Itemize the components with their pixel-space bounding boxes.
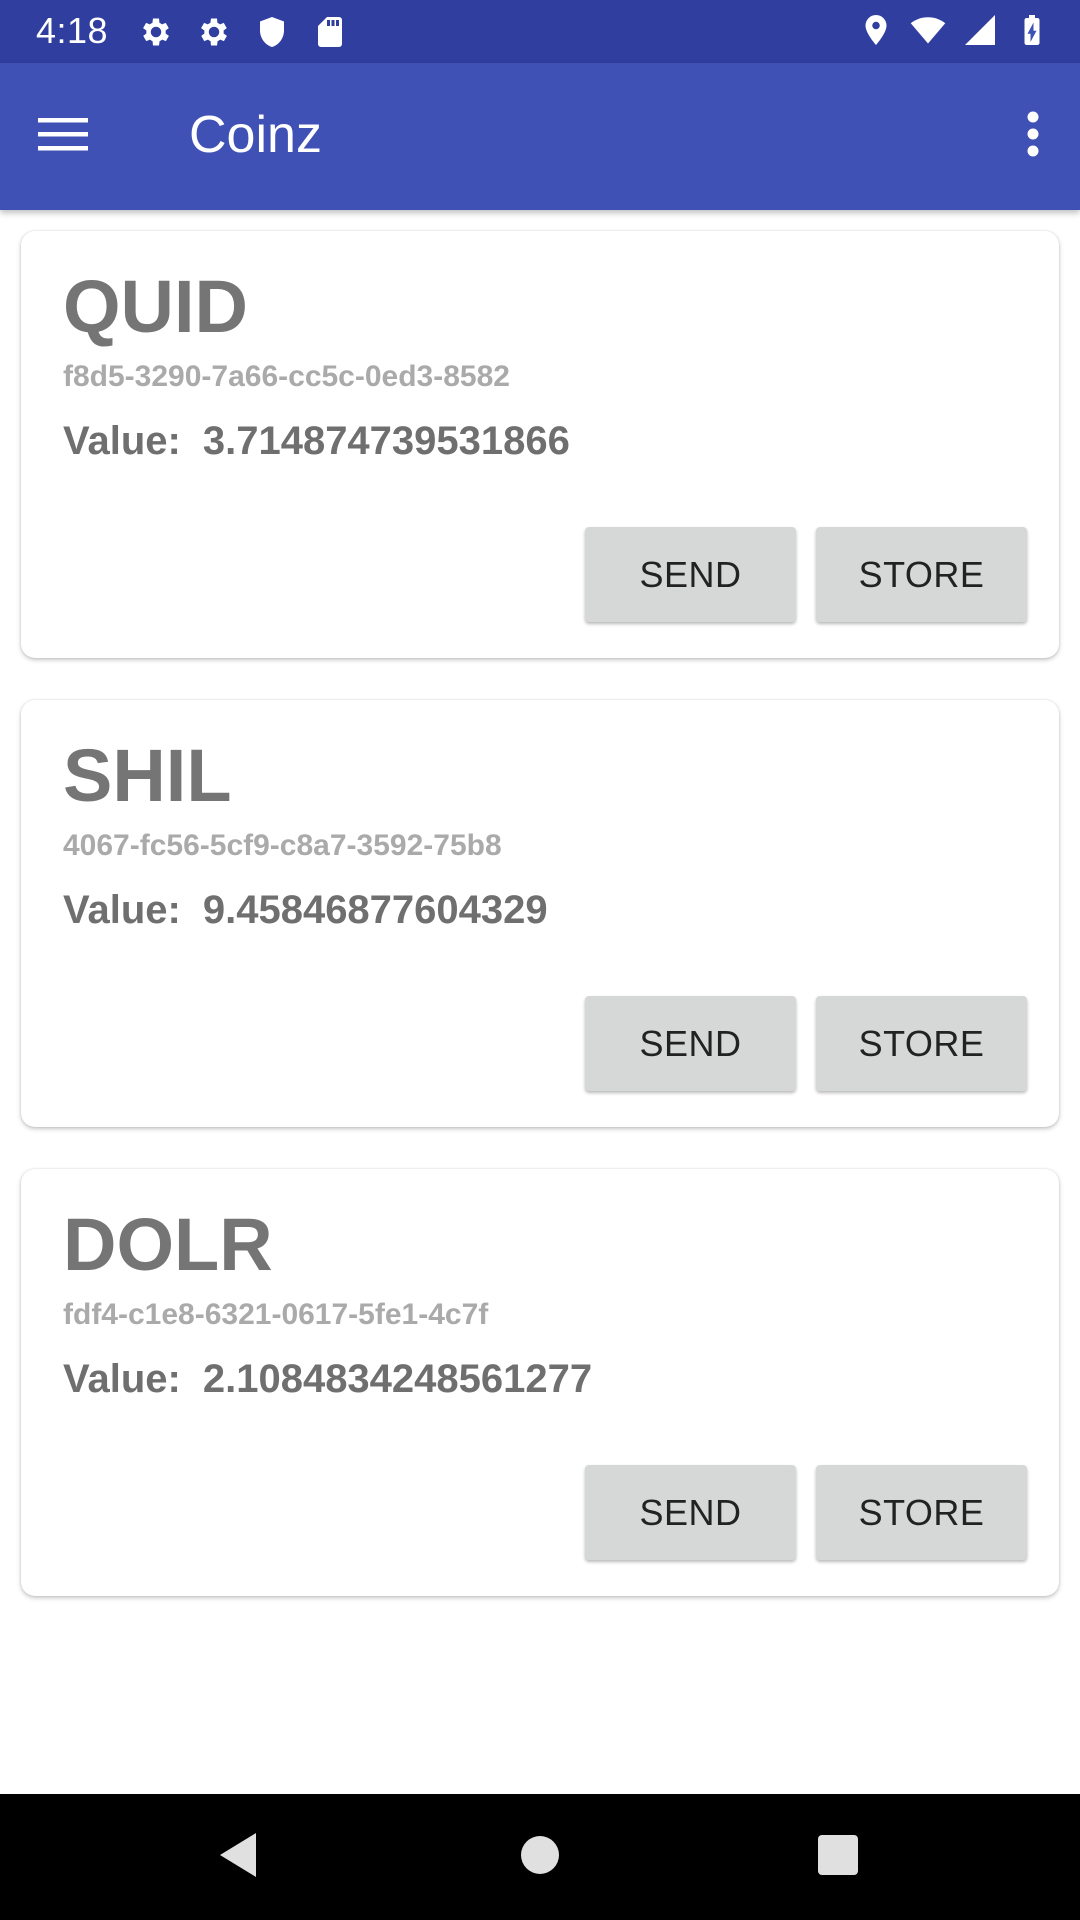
status-bar: 4:18: [0, 0, 1080, 63]
coin-value-row: Value: 9.45846877604329: [63, 886, 548, 934]
send-button[interactable]: SEND: [585, 527, 796, 622]
status-time: 4:18: [36, 10, 109, 51]
coin-name: SHIL: [63, 734, 232, 817]
overflow-menu-button[interactable]: [998, 97, 1068, 175]
coin-value: 3.714874739531866: [202, 419, 570, 463]
app-bar: Coinz: [0, 63, 1080, 210]
coin-id: f8d5-3290-7a66-cc5c-0ed3-8582: [63, 360, 510, 393]
coin-value-row: Value: 2.1084834248561277: [63, 1355, 592, 1403]
coin-name: QUID: [63, 265, 248, 348]
store-button[interactable]: STORE: [816, 996, 1027, 1091]
gear-icon: [138, 14, 174, 50]
shield-icon: [254, 14, 290, 50]
home-button[interactable]: [505, 1822, 575, 1892]
store-button[interactable]: STORE: [816, 1465, 1027, 1560]
location-icon: [858, 12, 894, 48]
more-vert-icon: [1026, 111, 1040, 162]
signal-icon: [962, 12, 998, 48]
value-label: Value:: [63, 888, 181, 932]
menu-button[interactable]: [30, 103, 96, 169]
recents-button[interactable]: [803, 1822, 873, 1892]
navigation-bar: [0, 1794, 1080, 1920]
back-button[interactable]: [203, 1822, 273, 1892]
send-button[interactable]: SEND: [585, 996, 796, 1091]
notification-icons: [138, 14, 348, 50]
value-label: Value:: [63, 1357, 181, 1401]
coin-value: 2.1084834248561277: [202, 1357, 593, 1401]
sd-card-icon: [312, 14, 348, 50]
wifi-icon: [910, 12, 946, 48]
coin-id: fdf4-c1e8-6321-0617-5fe1-4c7f: [63, 1298, 489, 1331]
gear-icon: [196, 14, 232, 50]
coin-card: QUID f8d5-3290-7a66-cc5c-0ed3-8582 Value…: [21, 231, 1059, 658]
system-icons: [858, 12, 1050, 48]
coin-name: DOLR: [63, 1203, 273, 1286]
hamburger-icon: [38, 116, 88, 157]
battery-icon: [1014, 12, 1050, 48]
coin-card: DOLR fdf4-c1e8-6321-0617-5fe1-4c7f Value…: [21, 1169, 1059, 1596]
coin-value-row: Value: 3.714874739531866: [63, 417, 570, 465]
back-icon: [216, 1830, 260, 1885]
value-label: Value:: [63, 419, 181, 463]
coin-card: SHIL 4067-fc56-5cf9-c8a7-3592-75b8 Value…: [21, 700, 1059, 1127]
app-title: Coinz: [189, 106, 322, 164]
send-button[interactable]: SEND: [585, 1465, 796, 1560]
home-icon: [519, 1834, 561, 1881]
recents-icon: [817, 1834, 859, 1881]
coin-value: 9.45846877604329: [202, 888, 548, 932]
coin-id: 4067-fc56-5cf9-c8a7-3592-75b8: [63, 829, 502, 862]
store-button[interactable]: STORE: [816, 527, 1027, 622]
